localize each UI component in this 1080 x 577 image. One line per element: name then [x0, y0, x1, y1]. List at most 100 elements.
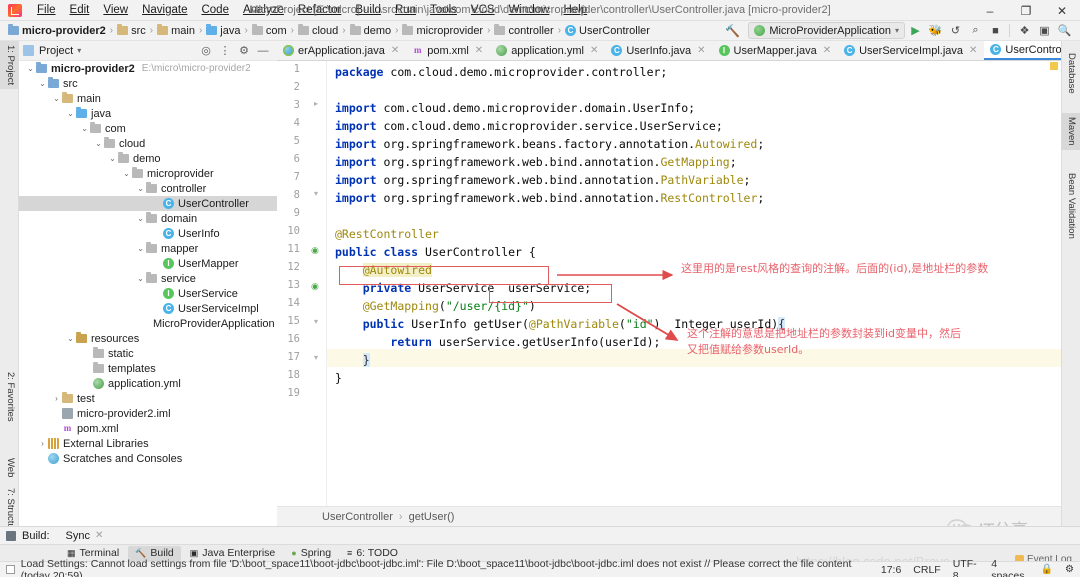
close-icon[interactable]: ✕: [590, 45, 598, 56]
locate-icon[interactable]: ◎: [199, 44, 213, 57]
twisty-icon[interactable]: ⌄: [93, 139, 104, 148]
twisty-icon[interactable]: ⌄: [51, 94, 62, 103]
code-editor[interactable]: 1 2 3 4 5 6 7 8 9 10 11 12 13 14 15 16 1…: [277, 61, 1061, 506]
breadcrumb-item-com[interactable]: com: [251, 24, 287, 37]
breadcrumb-item-java[interactable]: java: [206, 24, 240, 37]
tree-node-service[interactable]: ⌄ service: [19, 271, 277, 286]
tree-node-userserviceimpl[interactable]: C UserServiceImpl: [19, 301, 277, 316]
twisty-icon[interactable]: ⌄: [135, 184, 146, 193]
breadcrumb-item-module[interactable]: micro-provider2: [8, 24, 106, 37]
stop-button[interactable]: ■: [986, 22, 1005, 39]
project-panel-actions[interactable]: ◎ ⋮ ⚙ —: [199, 44, 273, 58]
tree-node-controller[interactable]: ⌄ controller: [19, 181, 277, 196]
tree-node-micro-provider2[interactable]: ⌄ micro-provider2 E:\micro\micro-provide…: [19, 61, 277, 76]
status-bar[interactable]: Load Settings: Cannot load settings from…: [0, 558, 1080, 577]
tree-node-test[interactable]: › test: [19, 391, 277, 406]
fold-method-icon[interactable]: ▾: [314, 317, 318, 326]
tool-window-maven[interactable]: Maven: [1061, 113, 1080, 150]
tool-window-web[interactable]: Web: [0, 454, 19, 481]
lock-icon[interactable]: 🔒: [1041, 564, 1053, 575]
tree-node-userservice[interactable]: I UserService: [19, 286, 277, 301]
build-sync-tab[interactable]: Sync ✕: [66, 530, 104, 542]
run-configuration-selector[interactable]: MicroProviderApplication ▾: [748, 22, 905, 39]
twisty-icon[interactable]: ⌄: [65, 109, 76, 118]
navigation-bar[interactable]: micro-provider2 › src › main › java › co…: [0, 21, 1080, 41]
indent-setting[interactable]: 4 spaces: [991, 558, 1028, 577]
left-tool-window-bar[interactable]: 1: Project 2: Favorites Web 7: Structure: [0, 41, 19, 541]
status-checkbox-icon[interactable]: [6, 565, 15, 574]
twisty-icon[interactable]: ⌄: [135, 274, 146, 283]
run-button[interactable]: ▶: [906, 22, 925, 39]
close-icon[interactable]: ✕: [391, 45, 399, 56]
file-encoding[interactable]: UTF-8: [953, 558, 979, 577]
minimize-button[interactable]: –: [972, 0, 1008, 21]
tool-window-bean-validation[interactable]: Bean Validation: [1061, 169, 1080, 243]
editor-tab-usermapper-java[interactable]: I UserMapper.java ✕: [713, 41, 839, 60]
status-bar-right[interactable]: 17:6 CRLF UTF-8 4 spaces 🔒 ⚙: [881, 558, 1074, 577]
close-icon[interactable]: ✕: [95, 530, 103, 541]
breadcrumb-item-main[interactable]: main: [157, 24, 195, 37]
twisty-icon[interactable]: ⌄: [37, 79, 48, 88]
tool-window-database[interactable]: Database: [1061, 49, 1080, 98]
tree-node-domain[interactable]: ⌄ domain: [19, 211, 277, 226]
breadcrumb-item-usercontroller[interactable]: C UserController: [565, 25, 650, 37]
close-icon[interactable]: ✕: [697, 45, 705, 56]
tree-node-iml[interactable]: micro-provider2.iml: [19, 406, 277, 421]
debug-button[interactable]: 🐝: [926, 22, 945, 39]
twisty-icon[interactable]: ⌄: [79, 124, 90, 133]
tree-node-microproviderapplication[interactable]: MicroProviderApplication: [19, 316, 277, 331]
build-tool-window[interactable]: Build: Sync ✕: [0, 526, 1080, 544]
editor-breadcrumb[interactable]: UserController › getUser(): [277, 506, 1061, 526]
tree-node-cloud[interactable]: ⌄ cloud: [19, 136, 277, 151]
profiler-button[interactable]: ⌕: [966, 22, 985, 39]
twisty-icon[interactable]: ⌄: [107, 154, 118, 163]
run-toolbar[interactable]: 🔨 MicroProviderApplication ▾ ▶ 🐝 ↺ ⌕ ■ ❖…: [725, 22, 1080, 39]
tree-node-microprovider[interactable]: ⌄ microprovider: [19, 166, 277, 181]
tree-node-application-yml[interactable]: application.yml: [19, 376, 277, 391]
editor-gutter[interactable]: 1 2 3 4 5 6 7 8 9 10 11 12 13 14 15 16 1…: [277, 61, 327, 506]
editor-tab-bar[interactable]: erApplication.java ✕ m pom.xml ✕ applica…: [277, 41, 1061, 61]
tree-node-resources[interactable]: ⌄ resources: [19, 331, 277, 346]
build-project-icon[interactable]: 🔨: [725, 24, 740, 38]
tree-node-static[interactable]: static: [19, 346, 277, 361]
window-controls[interactable]: – ❐ ✕: [972, 0, 1080, 21]
collapse-all-icon[interactable]: ⋮: [218, 44, 232, 57]
twisty-icon[interactable]: ⌄: [25, 64, 36, 73]
fold-imports-end-icon[interactable]: ▾: [314, 189, 318, 198]
right-tool-window-bar[interactable]: Database Maven Bean Validation: [1061, 41, 1080, 541]
caret-position[interactable]: 17:6: [881, 564, 901, 576]
tool-window-project[interactable]: 1: Project: [0, 41, 19, 90]
bean-gutter-icon[interactable]: ◉: [311, 281, 319, 292]
tree-node-java[interactable]: ⌄ java: [19, 106, 277, 121]
twisty-icon[interactable]: ⌄: [121, 169, 132, 178]
breadcrumb-method[interactable]: getUser(): [409, 511, 455, 523]
menu-edit[interactable]: Edit: [63, 2, 97, 18]
editor-tab-microprovider-application[interactable]: erApplication.java ✕: [277, 41, 406, 60]
project-tree[interactable]: ⌄ micro-provider2 E:\micro\micro-provide…: [19, 61, 277, 526]
settings-gear-icon[interactable]: ⚙: [237, 44, 251, 57]
editor-tab-application-yml[interactable]: application.yml ✕: [490, 41, 605, 60]
twisty-icon[interactable]: ›: [51, 394, 62, 403]
tree-node-usermapper[interactable]: I UserMapper: [19, 256, 277, 271]
line-separator[interactable]: CRLF: [913, 564, 940, 576]
editor-tab-usercontroller-java[interactable]: C UserController.java ✕: [984, 41, 1061, 60]
tool-window-favorites[interactable]: 2: Favorites: [0, 368, 19, 426]
close-button[interactable]: ✕: [1044, 0, 1080, 21]
fold-method-end-icon[interactable]: ▾: [314, 353, 318, 362]
tree-node-pom-xml[interactable]: m pom.xml: [19, 421, 277, 436]
editor-error-stripe-marker[interactable]: [1050, 62, 1058, 70]
twisty-icon[interactable]: ›: [37, 439, 48, 448]
breadcrumb-item-controller[interactable]: controller: [494, 24, 554, 37]
tree-node-mapper[interactable]: ⌄ mapper: [19, 241, 277, 256]
twisty-icon[interactable]: ⌄: [135, 244, 146, 253]
inspection-widget-icon[interactable]: ⚙: [1065, 564, 1074, 575]
breadcrumb-item-src[interactable]: src: [117, 24, 146, 37]
twisty-icon[interactable]: ⌄: [65, 334, 76, 343]
select-target-button[interactable]: ▣: [1035, 22, 1054, 39]
close-icon[interactable]: ✕: [475, 45, 483, 56]
run-with-coverage-button[interactable]: ↺: [946, 22, 965, 39]
tree-node-com[interactable]: ⌄ com: [19, 121, 277, 136]
tree-node-src[interactable]: ⌄ src: [19, 76, 277, 91]
chevron-down-icon[interactable]: ▾: [77, 46, 81, 55]
tree-node-demo[interactable]: ⌄ demo: [19, 151, 277, 166]
